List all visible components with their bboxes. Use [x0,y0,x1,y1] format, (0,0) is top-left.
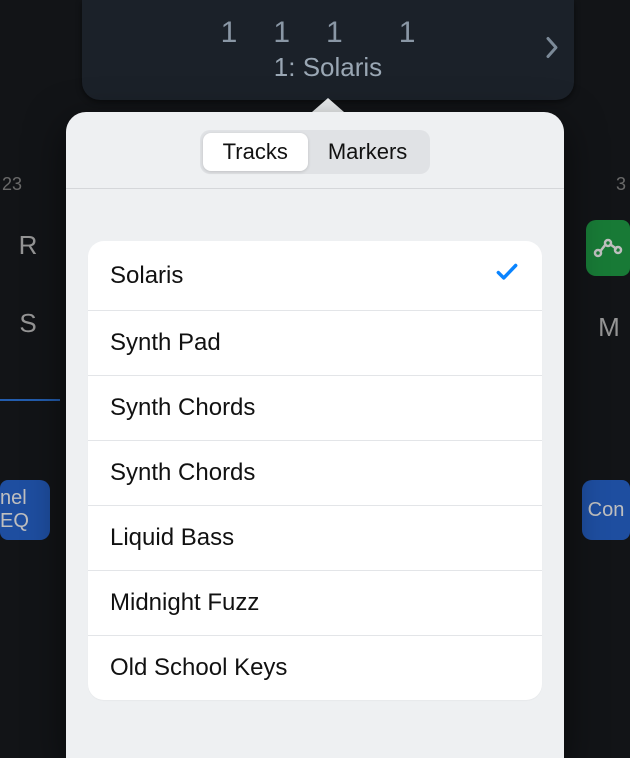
track-list: Solaris Synth Pad Synth Chords Synth Cho… [88,241,542,700]
popover-arrow [312,98,344,112]
counter-div: 1 [326,16,345,50]
tab-markers[interactable]: Markers [308,133,427,171]
list-item[interactable]: Liquid Bass [88,506,542,571]
track-name-label: Synth Chords [110,459,255,487]
tab-tracks[interactable]: Tracks [203,133,308,171]
list-item[interactable]: Synth Chords [88,376,542,441]
counter-bar: 1 [221,16,240,50]
track-name-label: Synth Chords [110,394,255,422]
counter-beat: 1 [273,16,292,50]
segmented-control-container: Tracks Markers [66,112,564,189]
position-counters: 1 1 1 1 [112,16,544,50]
list-item[interactable]: Solaris [88,241,542,311]
list-item[interactable]: Midnight Fuzz [88,571,542,636]
display-track-name: 1: Solaris [112,52,544,83]
segmented-control: Tracks Markers [200,130,431,174]
track-name-label: Liquid Bass [110,524,234,552]
track-name-label: Solaris [110,262,183,290]
track-name-label: Synth Pad [110,329,221,357]
checkmark-icon [494,259,520,292]
lcd-display[interactable]: 1 1 1 1 1: Solaris [82,0,574,100]
list-item[interactable]: Synth Chords [88,441,542,506]
track-picker-popover: Tracks Markers Solaris Synth Pad Synth C… [66,112,564,758]
counter-tick: 1 [399,16,418,50]
track-name-label: Midnight Fuzz [110,589,259,617]
list-item[interactable]: Synth Pad [88,311,542,376]
track-name-label: Old School Keys [110,654,287,682]
chevron-right-icon[interactable] [544,35,560,66]
list-item[interactable]: Old School Keys [88,636,542,700]
